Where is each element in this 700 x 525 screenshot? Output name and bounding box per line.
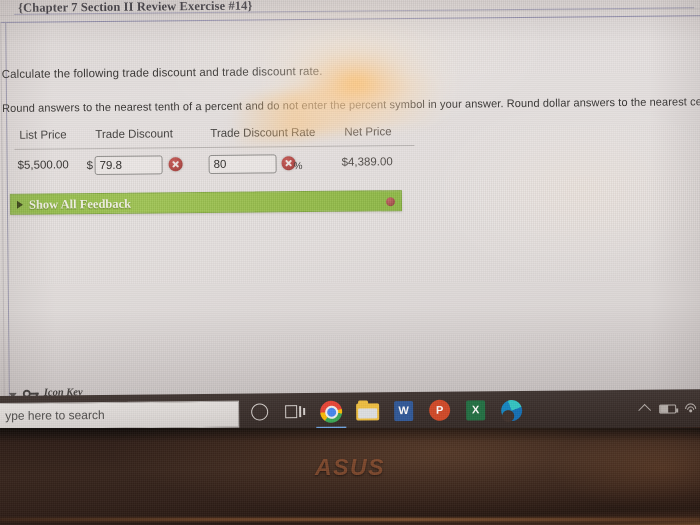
cortana-icon[interactable] [246,399,272,425]
google-chrome-icon[interactable] [316,399,347,429]
bezel-edge-highlight [0,518,700,521]
powerpoint-icon[interactable]: P [426,398,452,424]
error-dot-icon [385,197,396,207]
triangle-right-icon [16,200,24,209]
answer-table: List Price Trade Discount Trade Discount… [0,126,437,176]
instruction-secondary: Round answers to the nearest tenth of a … [2,96,700,115]
answer-table-header-row: List Price Trade Discount Trade Discount… [0,126,437,150]
microsoft-word-icon[interactable]: W [390,398,416,424]
microsoft-edge-icon[interactable] [498,397,524,423]
asus-brand-logo: ASUS [315,454,385,480]
column-header-net-price: Net Price [344,126,392,139]
wifi-icon[interactable] [682,401,699,417]
currency-prefix: $ [86,160,94,173]
percent-suffix: % [293,161,303,173]
laptop-screen-photo: {Chapter 7 Section II Review Exercise #1… [0,0,700,525]
error-x-icon-trade-discount [168,157,183,172]
task-view-icon[interactable] [282,399,308,425]
file-explorer-icon[interactable] [354,398,380,424]
bezel-top-shadow [0,428,700,442]
table-row: $5,500.00 $ % $4,389.00 [0,150,438,188]
search-input-text: ype here to search [5,407,105,423]
laptop-bezel: ASUS [0,428,700,525]
column-header-list-price: List Price [19,129,67,142]
excel-glyph: X [466,400,486,421]
column-header-trade-discount: Trade Discount [95,128,173,142]
powerpoint-glyph: P [429,399,451,421]
screen-glare-right [427,111,700,284]
word-glyph: W [394,400,414,422]
cell-list-price-value: $5,500.00 [17,159,69,172]
trade-discount-rate-input[interactable] [208,154,277,174]
laptop-display: {Chapter 7 Section II Review Exercise #1… [0,0,700,398]
trade-discount-input[interactable] [94,155,163,176]
microsoft-excel-icon[interactable]: X [462,397,488,423]
show-hidden-icons-chevron-icon[interactable] [638,403,652,417]
battery-icon[interactable] [659,404,677,414]
show-all-feedback-bar[interactable]: Show All Feedback [9,190,403,215]
cell-net-price-value: $4,389.00 [341,156,393,169]
show-all-feedback-label: Show All Feedback [28,196,132,212]
table-header-rule [14,144,415,150]
lms-page: {Chapter 7 Section II Review Exercise #1… [0,0,700,398]
column-header-trade-discount-rate: Trade Discount Rate [210,126,316,140]
instruction-primary: Calculate the following trade discount a… [1,65,323,81]
search-input[interactable]: ype here to search [0,400,240,430]
